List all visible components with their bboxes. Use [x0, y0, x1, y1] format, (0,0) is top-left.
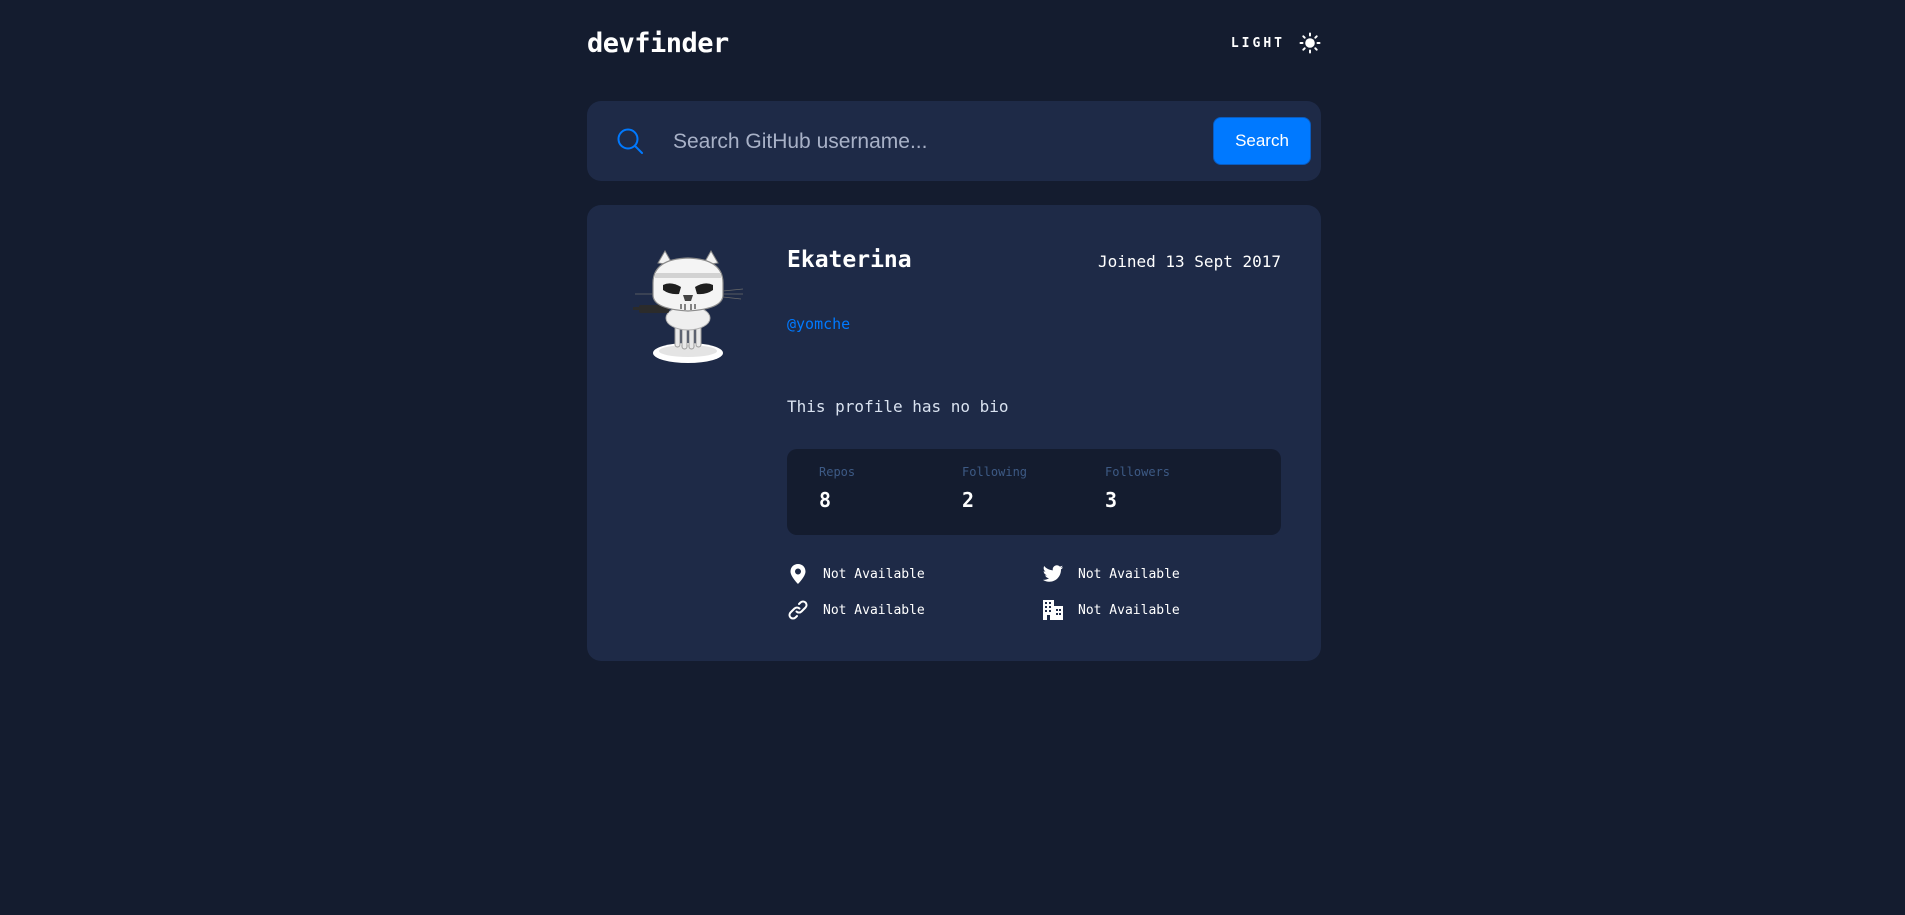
stat-value: 3: [1105, 488, 1118, 512]
profile-name: Ekaterina: [787, 247, 912, 273]
twitter-icon: [1042, 563, 1064, 585]
stat-following: Following 2: [962, 465, 1027, 512]
profile-bio: This profile has no bio: [787, 397, 1009, 416]
avatar: [625, 243, 751, 369]
search-icon: [615, 126, 645, 156]
stat-value: 2: [962, 488, 975, 512]
website-item: Not Available: [787, 599, 925, 621]
logo: devfinder: [587, 28, 729, 59]
stat-followers: Followers 3: [1105, 465, 1170, 512]
location-item: Not Available: [787, 563, 925, 585]
building-icon: [1042, 599, 1064, 621]
stat-label: Followers: [1105, 465, 1171, 479]
stat-value: 8: [819, 488, 832, 512]
profile-handle-link[interactable]: @yomche: [787, 315, 850, 333]
joined-date: Joined 13 Sept 2017: [1097, 252, 1281, 271]
search-button[interactable]: Search: [1213, 117, 1311, 165]
stat-label: Following: [962, 465, 1028, 479]
stats-box: Repos 8 Following 2 Followers 3: [787, 449, 1281, 535]
theme-toggle-label: LIGHT: [1230, 35, 1285, 51]
stat-label: Repos: [819, 465, 856, 479]
profile-card: Ekaterina Joined 13 Sept 2017 @yomche Th…: [587, 205, 1321, 661]
company-item: Not Available: [1042, 599, 1180, 621]
search-bar: Search: [587, 101, 1321, 181]
header: devfinder LIGHT: [587, 24, 1321, 68]
theme-toggle[interactable]: LIGHT: [1231, 32, 1321, 54]
search-input[interactable]: [671, 123, 1175, 161]
stat-repos: Repos 8: [819, 465, 855, 512]
company-text: Not Available: [1078, 602, 1180, 618]
sun-icon: [1299, 32, 1321, 54]
link-icon: [787, 599, 809, 621]
location-text: Not Available: [823, 566, 925, 582]
website-text: Not Available: [823, 602, 925, 618]
twitter-text: Not Available: [1078, 566, 1180, 582]
twitter-item: Not Available: [1042, 563, 1180, 585]
location-pin-icon: [787, 563, 809, 585]
